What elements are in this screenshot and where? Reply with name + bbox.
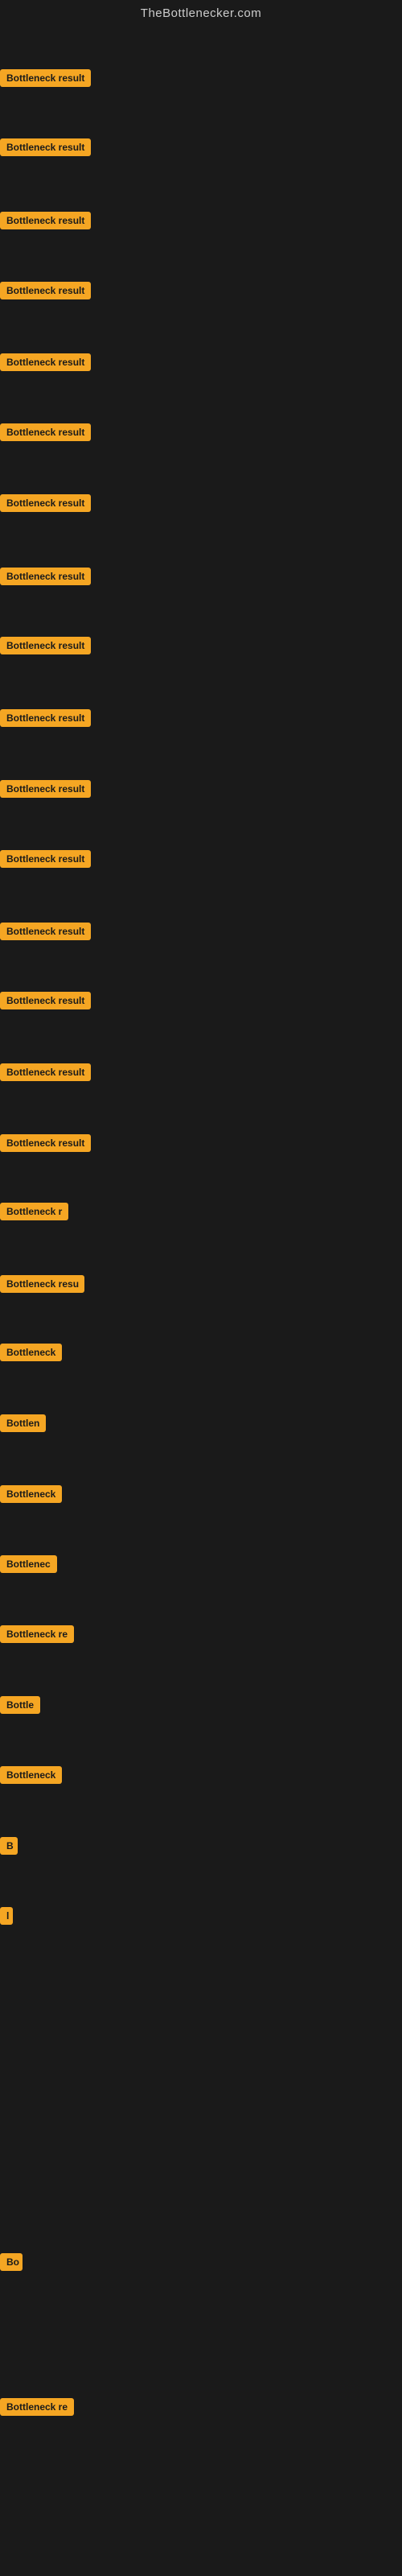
bottleneck-item-5: Bottleneck result: [0, 353, 91, 375]
bottleneck-item-16: Bottleneck result: [0, 1134, 91, 1156]
bottleneck-item-7: Bottleneck result: [0, 494, 91, 516]
bottleneck-item-14: Bottleneck result: [0, 992, 91, 1013]
bottleneck-item-11: Bottleneck result: [0, 780, 91, 802]
bottleneck-item-27: l: [0, 1907, 13, 1929]
bottleneck-item-4: Bottleneck result: [0, 282, 91, 303]
bottleneck-item-20: Bottlen: [0, 1414, 46, 1436]
bottleneck-badge-12[interactable]: Bottleneck result: [0, 850, 91, 868]
bottleneck-badge-3[interactable]: Bottleneck result: [0, 212, 91, 229]
bottleneck-badge-22[interactable]: Bottlenec: [0, 1555, 57, 1573]
bottleneck-badge-27[interactable]: l: [0, 1907, 13, 1925]
bottleneck-badge-17[interactable]: Bottleneck r: [0, 1203, 68, 1220]
bottleneck-item-28: Bo: [0, 2253, 23, 2275]
bottleneck-badge-26[interactable]: B: [0, 1837, 18, 1855]
bottleneck-badge-11[interactable]: Bottleneck result: [0, 780, 91, 798]
bottleneck-item-13: Bottleneck result: [0, 923, 91, 944]
bottleneck-badge-20[interactable]: Bottlen: [0, 1414, 46, 1432]
bottleneck-badge-25[interactable]: Bottleneck: [0, 1766, 62, 1784]
bottleneck-badge-4[interactable]: Bottleneck result: [0, 282, 91, 299]
bottleneck-item-10: Bottleneck result: [0, 709, 91, 731]
site-title: TheBottlenecker.com: [0, 0, 402, 23]
bottleneck-item-18: Bottleneck resu: [0, 1275, 84, 1297]
bottleneck-item-21: Bottleneck: [0, 1485, 62, 1507]
bottleneck-badge-16[interactable]: Bottleneck result: [0, 1134, 91, 1152]
bottleneck-item-17: Bottleneck r: [0, 1203, 68, 1224]
bottleneck-item-24: Bottle: [0, 1696, 40, 1718]
bottleneck-item-19: Bottleneck: [0, 1344, 62, 1365]
bottleneck-badge-2[interactable]: Bottleneck result: [0, 138, 91, 156]
bottleneck-item-6: Bottleneck result: [0, 423, 91, 445]
bottleneck-badge-24[interactable]: Bottle: [0, 1696, 40, 1714]
bottleneck-badge-6[interactable]: Bottleneck result: [0, 423, 91, 441]
bottleneck-item-22: Bottlenec: [0, 1555, 57, 1577]
bottleneck-badge-1[interactable]: Bottleneck result: [0, 69, 91, 87]
bottleneck-badge-5[interactable]: Bottleneck result: [0, 353, 91, 371]
bottleneck-badge-14[interactable]: Bottleneck result: [0, 992, 91, 1009]
bottleneck-badge-29[interactable]: Bottleneck re: [0, 2398, 74, 2416]
bottleneck-item-25: Bottleneck: [0, 1766, 62, 1788]
bottleneck-item-12: Bottleneck result: [0, 850, 91, 872]
bottleneck-badge-7[interactable]: Bottleneck result: [0, 494, 91, 512]
bottleneck-item-8: Bottleneck result: [0, 568, 91, 589]
bottleneck-badge-28[interactable]: Bo: [0, 2253, 23, 2271]
bottleneck-item-23: Bottleneck re: [0, 1625, 74, 1647]
bottleneck-item-3: Bottleneck result: [0, 212, 91, 233]
bottleneck-badge-18[interactable]: Bottleneck resu: [0, 1275, 84, 1293]
bottleneck-badge-8[interactable]: Bottleneck result: [0, 568, 91, 585]
bottleneck-badge-9[interactable]: Bottleneck result: [0, 637, 91, 654]
bottleneck-badge-15[interactable]: Bottleneck result: [0, 1063, 91, 1081]
bottleneck-badge-10[interactable]: Bottleneck result: [0, 709, 91, 727]
bottleneck-item-29: Bottleneck re: [0, 2398, 74, 2420]
bottleneck-badge-19[interactable]: Bottleneck: [0, 1344, 62, 1361]
bottleneck-item-1: Bottleneck result: [0, 69, 91, 91]
bottleneck-item-9: Bottleneck result: [0, 637, 91, 658]
bottleneck-badge-23[interactable]: Bottleneck re: [0, 1625, 74, 1643]
bottleneck-badge-13[interactable]: Bottleneck result: [0, 923, 91, 940]
bottleneck-badge-21[interactable]: Bottleneck: [0, 1485, 62, 1503]
bottleneck-item-26: B: [0, 1837, 18, 1859]
bottleneck-item-15: Bottleneck result: [0, 1063, 91, 1085]
bottleneck-item-2: Bottleneck result: [0, 138, 91, 160]
